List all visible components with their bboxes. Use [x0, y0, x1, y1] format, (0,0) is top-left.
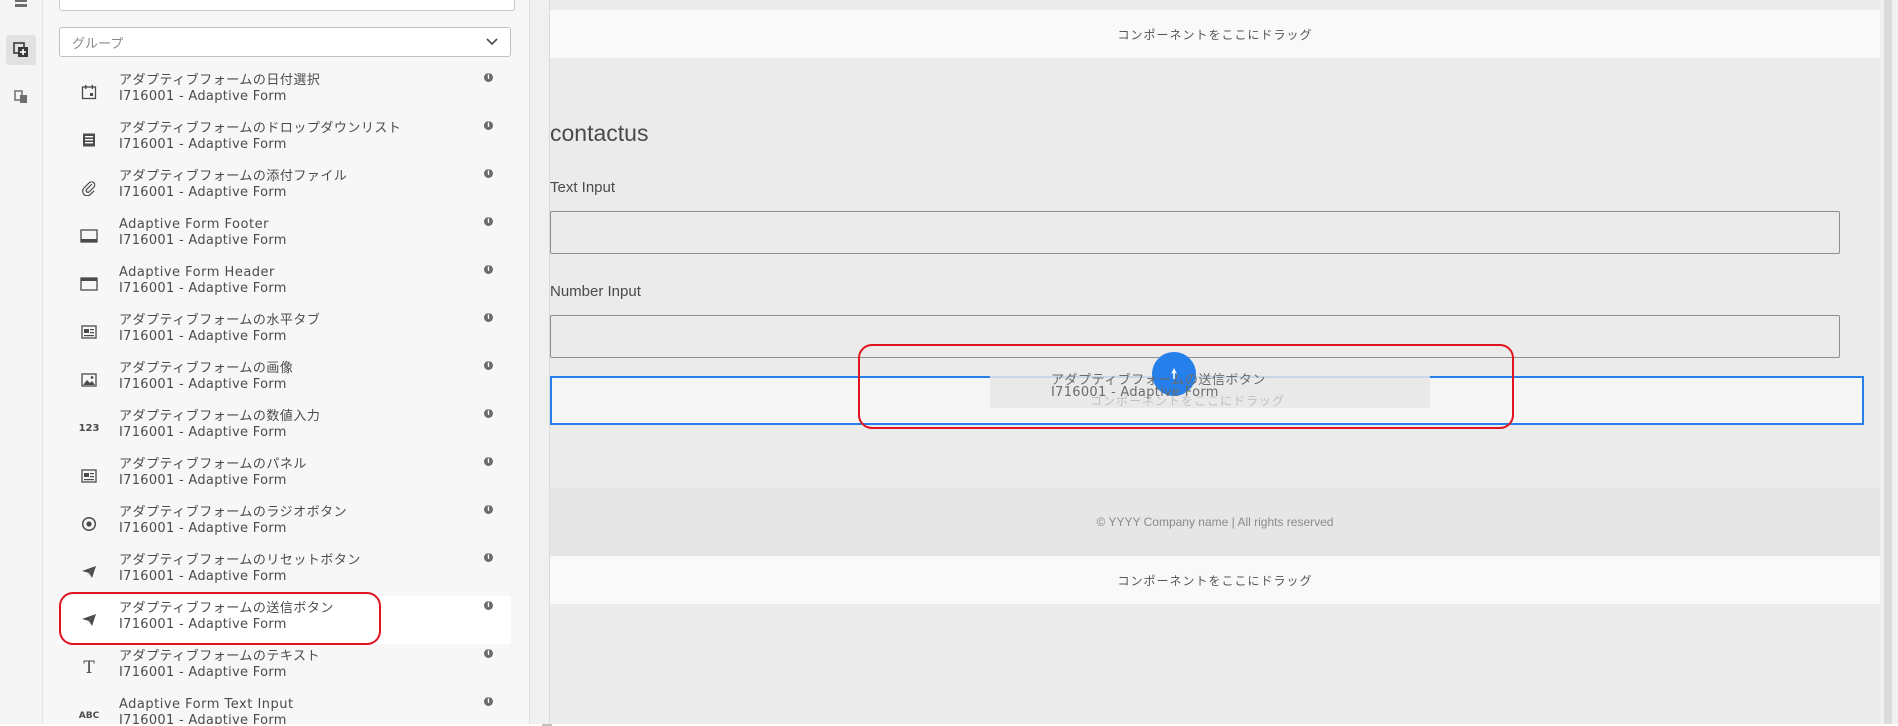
paperclip-icon — [59, 164, 119, 212]
list-item[interactable]: アダプティブフォームの添付ファイル I716001 - Adaptive For… — [59, 164, 511, 212]
list-item[interactable]: アダプティブフォームのラジオボタン I716001 - Adaptive For… — [59, 500, 511, 548]
drop-zone-bottom[interactable]: コンポーネントをここにドラッグ — [550, 556, 1880, 604]
component-title: アダプティブフォームのラジオボタン — [119, 505, 348, 520]
list-item[interactable]: Adaptive Form Footer I716001 - Adaptive … — [59, 212, 511, 260]
component-group: I716001 - Adaptive Form — [119, 377, 287, 392]
component-group: I716001 - Adaptive Form — [119, 569, 287, 584]
components-add-icon[interactable] — [6, 35, 36, 65]
highlight-drop-target — [858, 344, 1514, 429]
info-icon[interactable]: i — [484, 457, 493, 466]
info-icon[interactable]: i — [484, 217, 493, 226]
group-select-value: グループ — [72, 36, 124, 52]
info-icon[interactable]: i — [484, 697, 493, 706]
layers-icon[interactable] — [6, 0, 36, 20]
list-item[interactable]: Adaptive Form Header I716001 - Adaptive … — [59, 260, 511, 308]
text-input-label: Text Input — [550, 179, 616, 196]
chevron-down-icon — [486, 38, 498, 46]
list-item[interactable]: T アダプティブフォームのテキスト I716001 - Adaptive For… — [59, 644, 511, 692]
component-group: I716001 - Adaptive Form — [119, 185, 287, 200]
send-icon — [59, 548, 119, 596]
info-icon[interactable]: i — [484, 361, 493, 370]
info-icon[interactable]: i — [484, 169, 493, 178]
info-icon[interactable]: i — [484, 601, 493, 610]
info-icon[interactable]: i — [484, 649, 493, 658]
component-title: Adaptive Form Footer — [119, 217, 269, 232]
text-input-icon: ABC — [78, 711, 100, 721]
list-item[interactable]: アダプティブフォームのリセットボタン I716001 - Adaptive Fo… — [59, 548, 511, 596]
component-title: アダプティブフォームのリセットボタン — [119, 553, 361, 568]
info-icon[interactable]: i — [484, 265, 493, 274]
component-group: I716001 - Adaptive Form — [119, 713, 287, 724]
list-item[interactable]: アダプティブフォームの画像 I716001 - Adaptive Form i — [59, 356, 511, 404]
assets-icon[interactable] — [6, 82, 36, 112]
component-title: アダプティブフォームのドロップダウンリスト — [119, 121, 402, 136]
radio-icon — [59, 500, 119, 548]
highlight-submit-list-item — [59, 592, 381, 645]
component-title: アダプティブフォームの添付ファイル — [119, 169, 348, 184]
list-item[interactable]: 123 アダプティブフォームの数値入力 I716001 - Adaptive F… — [59, 404, 511, 452]
component-group: I716001 - Adaptive Form — [119, 473, 287, 488]
footer-text: © YYYY Company name | All rights reserve… — [1096, 515, 1334, 529]
group-select[interactable]: グループ — [59, 27, 511, 57]
list-item[interactable]: ABC Adaptive Form Text Input I716001 - A… — [59, 692, 511, 724]
footer-icon — [59, 212, 119, 260]
component-title: Adaptive Form Text Input — [119, 697, 294, 712]
component-title: アダプティブフォームのパネル — [119, 457, 307, 472]
text-icon: T — [83, 658, 95, 678]
info-icon[interactable]: i — [484, 553, 493, 562]
calendar-icon — [59, 68, 119, 116]
info-icon[interactable]: i — [484, 121, 493, 130]
component-group: I716001 - Adaptive Form — [119, 665, 287, 680]
component-title: アダプティブフォームの日付選択 — [119, 73, 321, 88]
number-input-label: Number Input — [550, 283, 641, 300]
tabs-icon — [59, 308, 119, 356]
component-group: I716001 - Adaptive Form — [119, 281, 287, 296]
image-icon — [59, 356, 119, 404]
component-group: I716001 - Adaptive Form — [119, 425, 287, 440]
component-group: I716001 - Adaptive Form — [119, 329, 287, 344]
component-group: I716001 - Adaptive Form — [119, 233, 287, 248]
text-input-field[interactable] — [550, 211, 1840, 254]
canvas-scrollbar[interactable] — [1884, 0, 1892, 724]
info-icon[interactable]: i — [484, 505, 493, 514]
list-item[interactable]: アダプティブフォームのドロップダウンリスト I716001 - Adaptive… — [59, 116, 511, 164]
list-item[interactable]: アダプティブフォームのパネル I716001 - Adaptive Form i — [59, 452, 511, 500]
panel-icon — [59, 452, 119, 500]
info-icon[interactable]: i — [484, 313, 493, 322]
list-item[interactable]: アダプティブフォームの水平タブ I716001 - Adaptive Form … — [59, 308, 511, 356]
drop-zone-top[interactable]: コンポーネントをここにドラッグ — [550, 10, 1880, 58]
number-icon: 123 — [78, 422, 100, 434]
component-title: アダプティブフォームのテキスト — [119, 649, 320, 664]
form-footer: © YYYY Company name | All rights reserve… — [550, 488, 1880, 556]
form-title: contactus — [550, 120, 649, 146]
component-title: アダプティブフォームの数値入力 — [119, 409, 321, 424]
dropdown-list-icon — [59, 116, 119, 164]
list-item[interactable]: アダプティブフォームの日付選択 I716001 - Adaptive Form … — [59, 68, 511, 116]
component-group: I716001 - Adaptive Form — [119, 521, 287, 536]
search-input[interactable] — [59, 0, 515, 11]
left-rail — [0, 0, 43, 724]
info-icon[interactable]: i — [484, 409, 493, 418]
component-title: アダプティブフォームの画像 — [119, 361, 294, 376]
component-group: I716001 - Adaptive Form — [119, 137, 287, 152]
component-title: Adaptive Form Header — [119, 265, 275, 280]
component-group: I716001 - Adaptive Form — [119, 89, 287, 104]
component-title: アダプティブフォームの水平タブ — [119, 313, 321, 328]
info-icon[interactable]: i — [484, 73, 493, 82]
header-icon — [59, 260, 119, 308]
